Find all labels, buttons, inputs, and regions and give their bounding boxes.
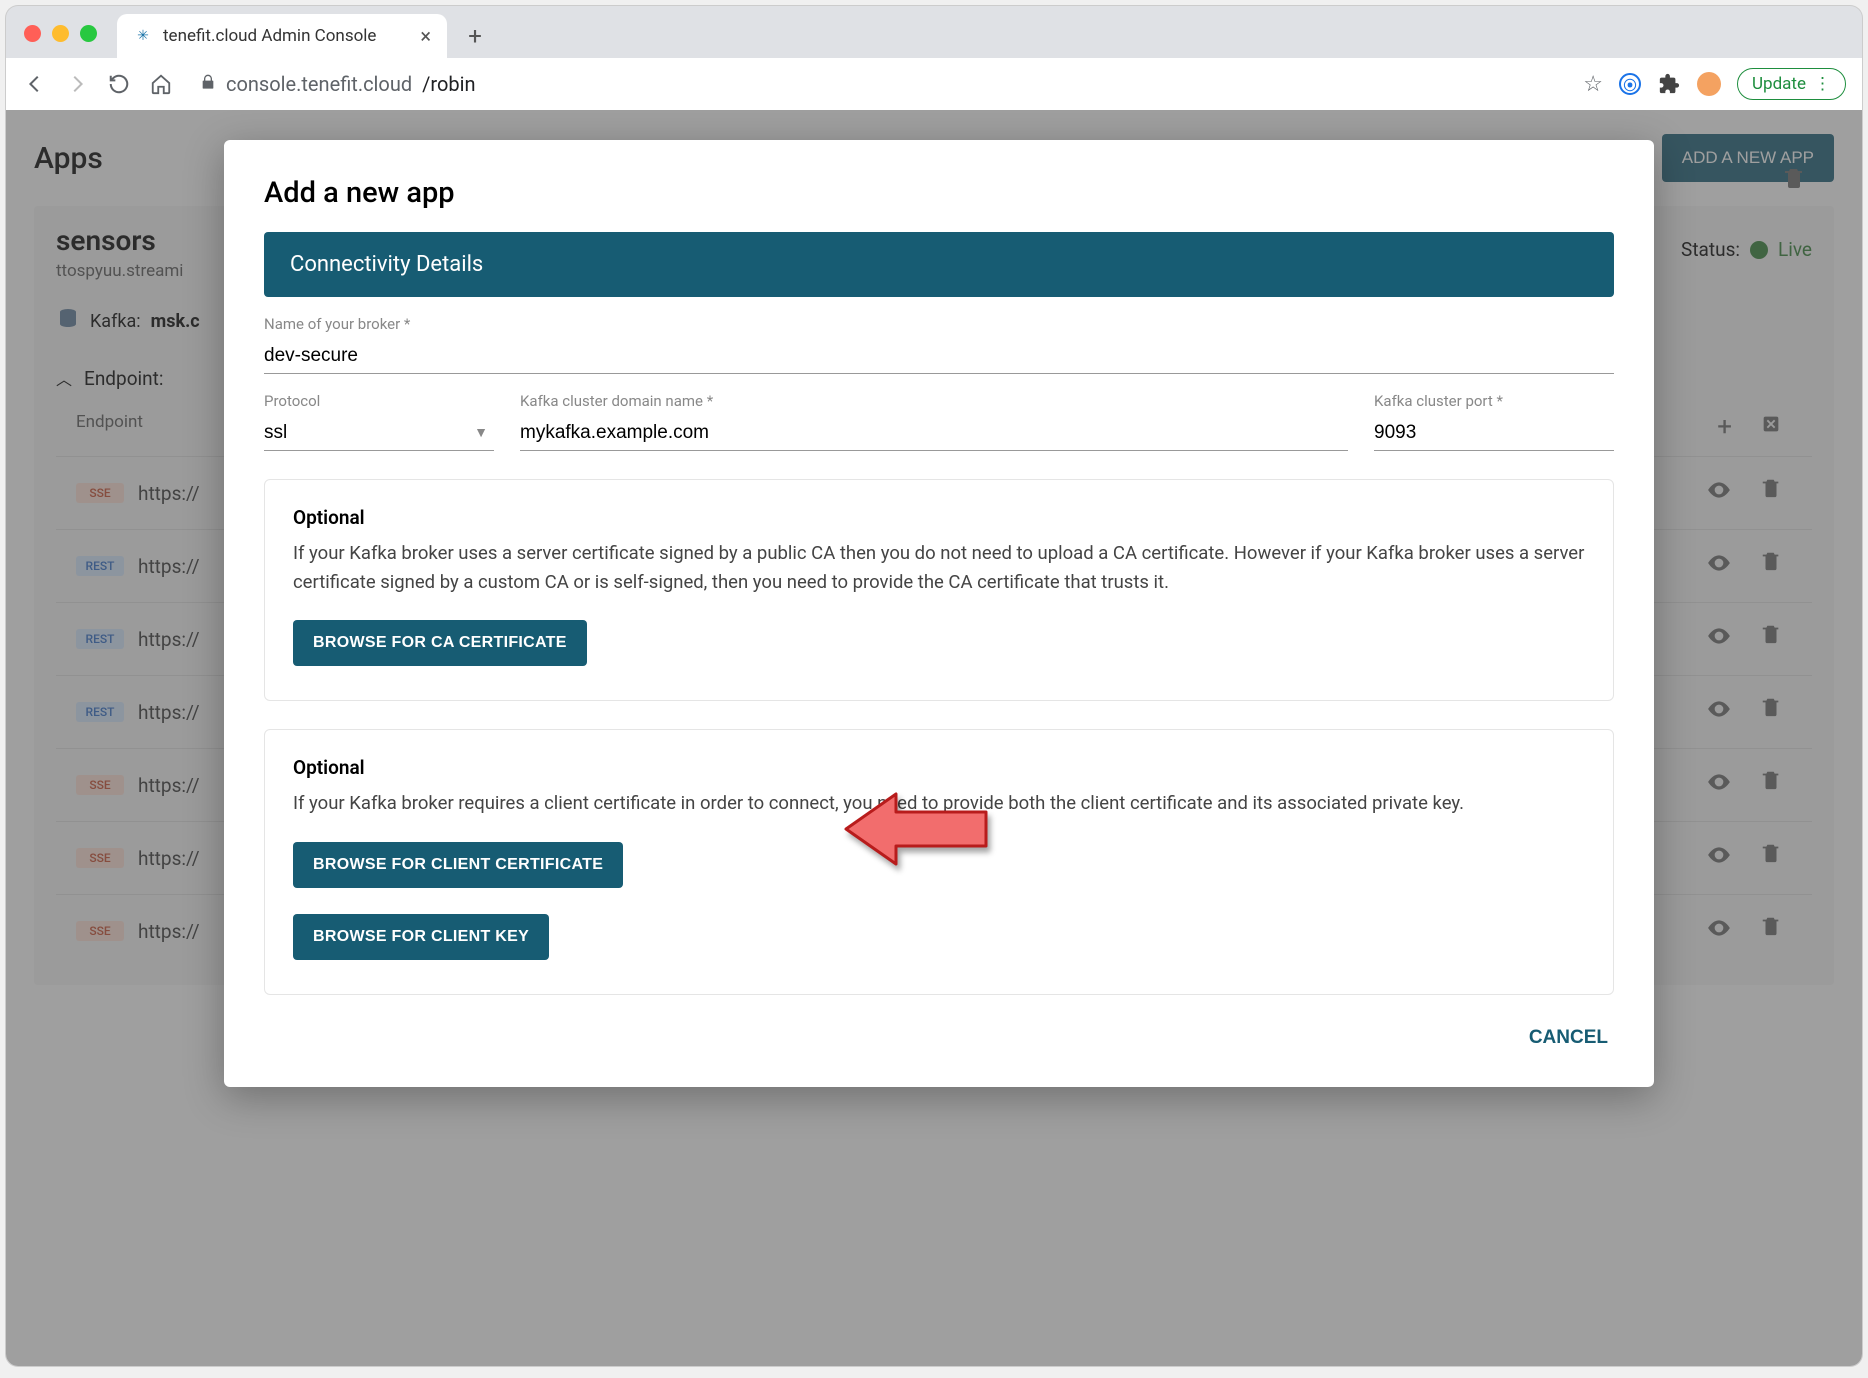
maximize-window-icon[interactable] xyxy=(80,25,97,42)
forward-button[interactable] xyxy=(64,71,90,97)
window-controls xyxy=(24,25,97,42)
kebab-icon: ⋮ xyxy=(1814,74,1831,94)
url-host: console.tenefit.cloud xyxy=(226,72,412,96)
protocol-label: Protocol xyxy=(264,392,494,410)
browse-ca-cert-button[interactable]: BROWSE FOR CA CERTIFICATE xyxy=(293,620,587,666)
close-tab-icon[interactable]: × xyxy=(420,24,431,48)
extension-1password-icon[interactable]: ⦿ xyxy=(1619,73,1641,95)
optional-heading-2: Optional xyxy=(293,756,1585,779)
ca-cert-card: Optional If your Kafka broker uses a ser… xyxy=(264,479,1614,701)
new-tab-button[interactable]: + xyxy=(457,18,493,54)
domain-label: Kafka cluster domain name * xyxy=(520,392,1348,410)
modal-title: Add a new app xyxy=(264,176,1614,210)
protocol-select[interactable] xyxy=(264,416,494,451)
browse-client-key-button[interactable]: BROWSE FOR CLIENT KEY xyxy=(293,914,549,960)
tab-bar: ✳ tenefit.cloud Admin Console × + xyxy=(6,6,1862,58)
close-window-icon[interactable] xyxy=(24,25,41,42)
url-path: /robin xyxy=(422,72,475,96)
port-input[interactable] xyxy=(1374,416,1614,451)
optional-heading-1: Optional xyxy=(293,506,1585,529)
tab-title: tenefit.cloud Admin Console xyxy=(163,26,376,46)
update-label: Update xyxy=(1752,74,1806,94)
ca-help-text: If your Kafka broker uses a server certi… xyxy=(293,539,1585,596)
browse-client-cert-button[interactable]: BROWSE FOR CLIENT CERTIFICATE xyxy=(293,842,623,888)
connectivity-section-header: Connectivity Details xyxy=(264,232,1614,297)
port-label: Kafka cluster port * xyxy=(1374,392,1614,410)
add-app-modal: Add a new app Connectivity Details Name … xyxy=(224,140,1654,1087)
dropdown-caret-icon[interactable]: ▼ xyxy=(474,424,488,441)
minimize-window-icon[interactable] xyxy=(52,25,69,42)
update-button[interactable]: Update ⋮ xyxy=(1737,68,1846,100)
back-button[interactable] xyxy=(22,71,48,97)
page-viewport: Apps ADD A NEW APP sensors ttospyuu.stre… xyxy=(6,110,1862,1366)
bookmark-icon[interactable]: ☆ xyxy=(1583,72,1603,97)
browser-tab[interactable]: ✳ tenefit.cloud Admin Console × xyxy=(117,14,447,58)
annotation-arrow-icon xyxy=(836,784,996,878)
lock-icon xyxy=(200,74,216,94)
address-bar: console.tenefit.cloud/robin ☆ ⦿ Update ⋮ xyxy=(6,58,1862,110)
cancel-button[interactable]: CANCEL xyxy=(1523,1017,1614,1059)
home-button[interactable] xyxy=(148,71,174,97)
reload-button[interactable] xyxy=(106,71,132,97)
broker-name-input[interactable] xyxy=(264,339,1614,374)
browser-window: ✳ tenefit.cloud Admin Console × + consol… xyxy=(6,6,1862,1366)
extensions-icon[interactable] xyxy=(1657,72,1681,96)
broker-name-label: Name of your broker * xyxy=(264,315,1614,333)
url-field[interactable]: console.tenefit.cloud/robin xyxy=(190,72,1567,96)
profile-avatar-icon[interactable] xyxy=(1697,72,1721,96)
domain-input[interactable] xyxy=(520,416,1348,451)
favicon-icon: ✳ xyxy=(133,26,153,46)
